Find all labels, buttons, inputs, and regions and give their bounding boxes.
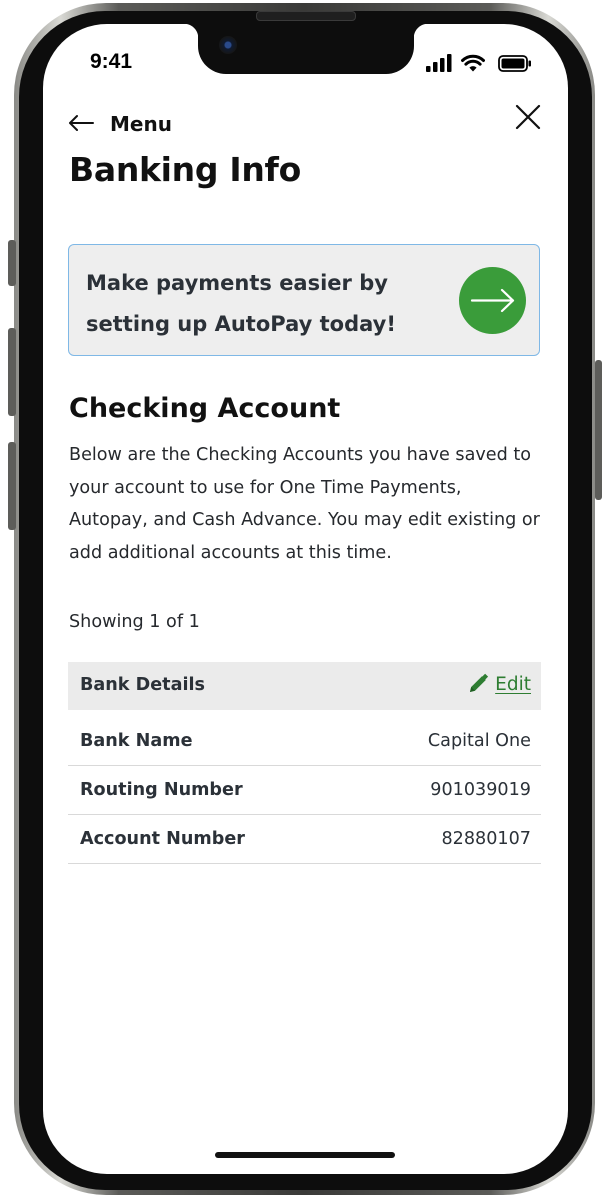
- home-indicator[interactable]: [215, 1152, 395, 1158]
- bank-details-header: Bank Details Edit: [68, 662, 541, 710]
- back-label: Menu: [110, 112, 172, 136]
- battery-icon: [498, 55, 531, 72]
- speaker-grille: [256, 11, 356, 21]
- promo-arrow-button[interactable]: [459, 267, 526, 334]
- power-button: [595, 360, 602, 500]
- table-row: Routing Number 901039019: [68, 765, 541, 815]
- volume-down-button: [8, 442, 16, 530]
- checking-account-heading: Checking Account: [69, 393, 341, 424]
- close-icon[interactable]: [514, 103, 542, 131]
- mute-switch: [8, 240, 16, 286]
- promo-text: Make payments easier by setting up AutoP…: [86, 271, 396, 336]
- autopay-promo-card[interactable]: Make payments easier by setting up AutoP…: [68, 244, 540, 356]
- row-label: Account Number: [80, 829, 245, 849]
- wifi-icon: [461, 54, 485, 72]
- volume-up-button: [8, 328, 16, 416]
- back-to-menu-button[interactable]: Menu: [68, 110, 172, 138]
- pencil-icon: [470, 673, 489, 692]
- showing-count: Showing 1 of 1: [69, 612, 200, 632]
- checking-account-description: Below are the Checking Accounts you have…: [69, 445, 540, 563]
- signal-icon: [426, 54, 452, 72]
- table-row: Bank Name Capital One: [68, 716, 541, 766]
- bank-details-label: Bank Details: [80, 675, 205, 695]
- row-label: Routing Number: [80, 780, 243, 800]
- row-value: 82880107: [441, 829, 531, 849]
- table-row: Account Number 82880107: [68, 814, 541, 864]
- phone-screen: [43, 24, 568, 1174]
- arrow-right-icon: [470, 288, 515, 313]
- back-arrow-icon: [68, 112, 94, 136]
- front-camera: [219, 36, 237, 54]
- row-value: Capital One: [427, 731, 531, 751]
- row-label: Bank Name: [80, 731, 193, 751]
- edit-label: Edit: [495, 673, 531, 695]
- row-value: 901039019: [430, 780, 531, 800]
- status-time: 9:41: [90, 50, 133, 73]
- page-title: Banking Info: [69, 150, 301, 189]
- edit-bank-button[interactable]: Edit: [467, 673, 531, 695]
